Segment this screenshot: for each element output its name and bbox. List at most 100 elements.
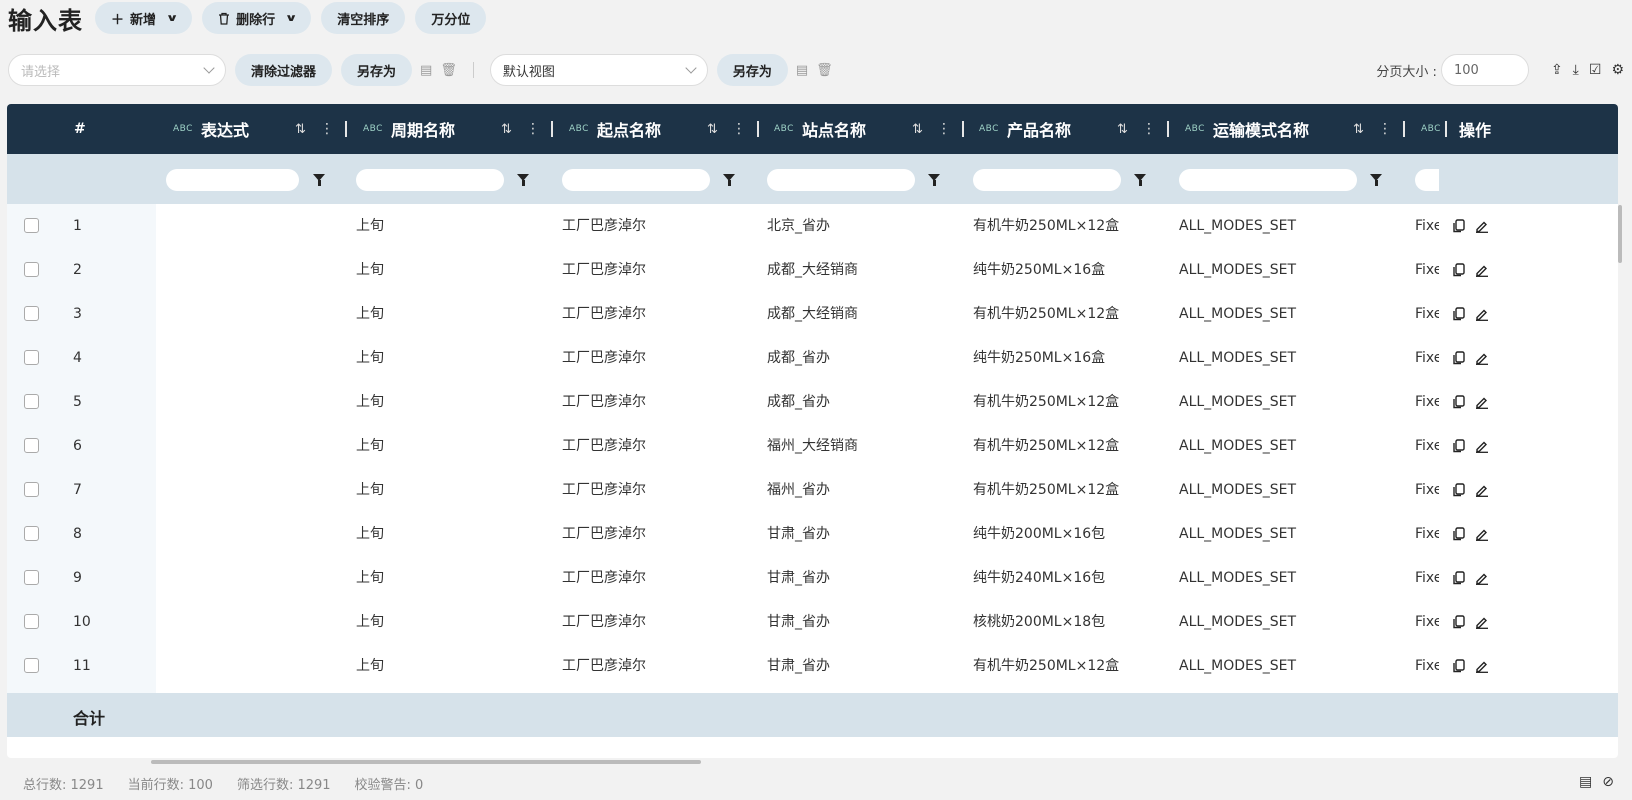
- cell-index[interactable]: 1: [73, 204, 133, 248]
- cell-product[interactable]: 有机牛奶250ML×12盒: [973, 424, 1163, 468]
- cell-expression[interactable]: [167, 380, 337, 424]
- funnel-icon[interactable]: [517, 174, 529, 186]
- row-checkbox[interactable]: [24, 262, 39, 277]
- copy-icon[interactable]: [1453, 307, 1465, 321]
- column-divider[interactable]: [1167, 121, 1169, 137]
- cell-site[interactable]: 甘肃_省办: [767, 556, 957, 600]
- upload-icon[interactable]: ⇪: [1551, 62, 1563, 78]
- cell-product[interactable]: 有机牛奶250ML×12盒: [973, 292, 1163, 336]
- cell-extra[interactable]: Fixe: [1415, 600, 1439, 644]
- save-icon[interactable]: ▤: [420, 63, 432, 78]
- filter-input-transport[interactable]: [1179, 169, 1357, 191]
- copy-icon[interactable]: [1453, 263, 1465, 277]
- cell-site[interactable]: 成都_大经销商: [767, 248, 957, 292]
- cell-product[interactable]: 有机牛奶250ML×12盒: [973, 204, 1163, 248]
- cell-site[interactable]: 福州_省办: [767, 468, 957, 512]
- cell-transport[interactable]: ALL_MODES_SET: [1179, 336, 1399, 380]
- gear-icon[interactable]: ⚙: [1611, 62, 1624, 78]
- cell-extra[interactable]: Fixe: [1415, 644, 1439, 688]
- row-checkbox[interactable]: [24, 438, 39, 453]
- cell-origin[interactable]: 工厂巴彦淖尔: [562, 512, 752, 556]
- cell-origin[interactable]: 工厂巴彦淖尔: [562, 292, 752, 336]
- cell-expression[interactable]: [167, 644, 337, 688]
- checkbox-menu-icon[interactable]: ☑: [1589, 62, 1602, 78]
- report-icon[interactable]: ▤: [1579, 774, 1592, 790]
- kebab-icon[interactable]: ⋮: [320, 121, 334, 137]
- page-size-input[interactable]: 100: [1440, 54, 1529, 86]
- cell-transport[interactable]: ALL_MODES_SET: [1179, 644, 1399, 688]
- copy-icon[interactable]: [1453, 615, 1465, 629]
- cell-origin[interactable]: 工厂巴彦淖尔: [562, 248, 752, 292]
- table-row[interactable]: 1 上旬 工厂巴彦淖尔 北京_省办 有机牛奶250ML×12盒 ALL_MODES_SET…: [7, 204, 1618, 248]
- cell-site[interactable]: 甘肃_省办: [767, 644, 957, 688]
- kebab-icon[interactable]: ⋮: [732, 121, 746, 137]
- cell-transport[interactable]: ALL_MODES_SET: [1179, 600, 1399, 644]
- funnel-icon[interactable]: [928, 174, 940, 186]
- row-checkbox[interactable]: [24, 306, 39, 321]
- cell-expression[interactable]: [167, 336, 337, 380]
- column-divider[interactable]: [551, 121, 553, 137]
- cell-expression[interactable]: [167, 248, 337, 292]
- hide-icon[interactable]: ⊘: [1602, 774, 1614, 790]
- filter-input-site[interactable]: [767, 169, 915, 191]
- row-checkbox[interactable]: [24, 482, 39, 497]
- cell-index[interactable]: 2: [73, 248, 133, 292]
- pencil-icon[interactable]: [1475, 351, 1489, 365]
- funnel-icon[interactable]: [313, 174, 325, 186]
- view-select[interactable]: 默认视图: [489, 54, 708, 86]
- pencil-icon[interactable]: [1475, 615, 1489, 629]
- download-icon[interactable]: ⤓: [1573, 62, 1579, 78]
- column-header-origin[interactable]: ABC 起点名称 ⇅ ⋮: [569, 104, 759, 154]
- cell-transport[interactable]: ALL_MODES_SET: [1179, 380, 1399, 424]
- cell-period[interactable]: 上旬: [356, 556, 546, 600]
- column-header-period[interactable]: ABC 周期名称 ⇅ ⋮: [363, 104, 553, 154]
- cell-transport[interactable]: ALL_MODES_SET: [1179, 424, 1399, 468]
- filter-input-origin[interactable]: [562, 169, 710, 191]
- kebab-icon[interactable]: ⋮: [1142, 121, 1156, 137]
- cell-origin[interactable]: 工厂巴彦淖尔: [562, 644, 752, 688]
- cell-product[interactable]: 有机牛奶250ML×12盒: [973, 468, 1163, 512]
- cell-index[interactable]: 7: [73, 468, 133, 512]
- cell-extra[interactable]: Fixe: [1415, 468, 1439, 512]
- cell-expression[interactable]: [167, 468, 337, 512]
- cell-period[interactable]: 上旬: [356, 600, 546, 644]
- row-checkbox[interactable]: [24, 614, 39, 629]
- column-divider[interactable]: [962, 121, 964, 137]
- cell-product[interactable]: 纯牛奶250ML×16盒: [973, 336, 1163, 380]
- column-header-product[interactable]: ABC 产品名称 ⇅ ⋮: [979, 104, 1169, 154]
- vertical-scrollbar[interactable]: [1618, 205, 1622, 263]
- cell-product[interactable]: 有机牛奶250ML×12盒: [973, 380, 1163, 424]
- table-row[interactable]: 2 上旬 工厂巴彦淖尔 成都_大经销商 纯牛奶250ML×16盒 ALL_MODES_SE…: [7, 248, 1618, 292]
- copy-icon[interactable]: [1453, 483, 1465, 497]
- cell-product[interactable]: 纯牛奶240ML×16包: [973, 556, 1163, 600]
- cell-index[interactable]: 6: [73, 424, 133, 468]
- cell-expression[interactable]: [167, 600, 337, 644]
- cell-extra[interactable]: Fixe: [1415, 424, 1439, 468]
- filter-input-expression[interactable]: [166, 169, 299, 191]
- column-divider[interactable]: [345, 121, 347, 137]
- row-checkbox[interactable]: [24, 570, 39, 585]
- table-row[interactable]: 7 上旬 工厂巴彦淖尔 福州_省办 有机牛奶250ML×12盒 ALL_MODES_SET…: [7, 468, 1618, 512]
- cell-product[interactable]: 纯牛奶250ML×16盒: [973, 248, 1163, 292]
- cell-period[interactable]: 上旬: [356, 424, 546, 468]
- add-button[interactable]: ＋ 新增 ∨: [95, 2, 193, 34]
- kebab-icon[interactable]: ⋮: [1378, 121, 1392, 137]
- pencil-icon[interactable]: [1475, 219, 1489, 233]
- copy-icon[interactable]: [1453, 571, 1465, 585]
- copy-icon[interactable]: [1453, 219, 1465, 233]
- table-row[interactable]: 10 上旬 工厂巴彦淖尔 甘肃_省办 核桃奶200ML×18包 ALL_MODES_SET…: [7, 600, 1618, 644]
- pencil-icon[interactable]: [1475, 527, 1489, 541]
- sort-icon[interactable]: ⇅: [707, 122, 718, 137]
- cell-extra[interactable]: Fixe: [1415, 380, 1439, 424]
- cell-origin[interactable]: 工厂巴彦淖尔: [562, 424, 752, 468]
- filter-select[interactable]: 请选择: [8, 54, 226, 86]
- sort-icon[interactable]: ⇅: [1117, 122, 1128, 137]
- filter-input-product[interactable]: [973, 169, 1121, 191]
- delete-row-button[interactable]: 删除行 ∨: [202, 2, 312, 34]
- pencil-icon[interactable]: [1475, 483, 1489, 497]
- table-row[interactable]: 3 上旬 工厂巴彦淖尔 成都_大经销商 有机牛奶250ML×12盒 ALL_MODES_S…: [7, 292, 1618, 336]
- column-header-transport[interactable]: ABC 运输模式名称 ⇅ ⋮: [1185, 104, 1411, 154]
- row-checkbox[interactable]: [24, 350, 39, 365]
- cell-product[interactable]: 有机牛奶250ML×12盒: [973, 644, 1163, 688]
- cell-period[interactable]: 上旬: [356, 644, 546, 688]
